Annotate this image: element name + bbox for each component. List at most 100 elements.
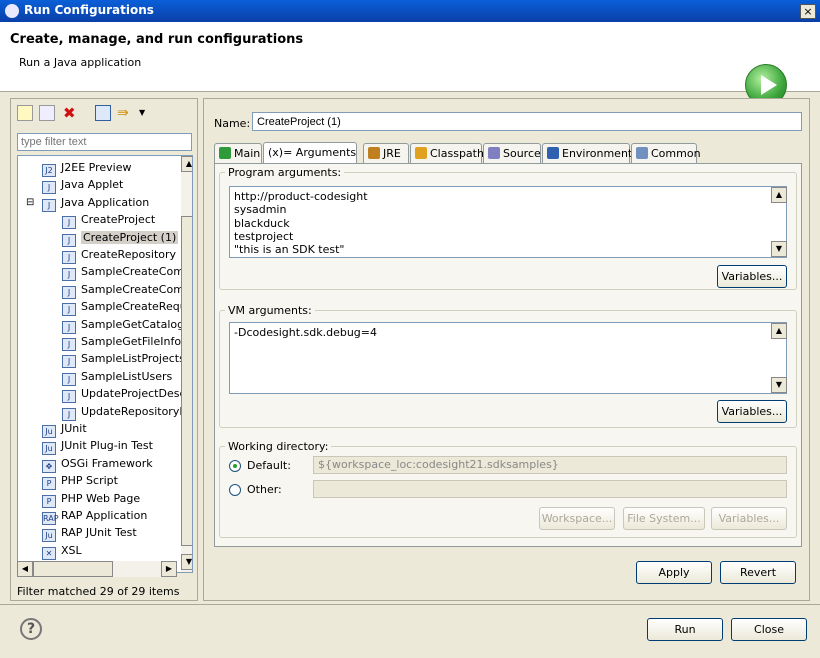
close-button[interactable]: Close — [731, 618, 807, 641]
tree-item[interactable]: J SampleCreateReque — [62, 298, 192, 317]
tree-item-label: UpdateProjectDescr — [81, 387, 191, 401]
program-arguments-textarea[interactable]: http://product-codesight sysadmin blackd… — [229, 186, 787, 258]
tree-item[interactable]: P PHP Web Page — [42, 490, 140, 508]
tree-item-label: JUnit — [61, 422, 87, 435]
tree-item[interactable]: J CreateProject — [62, 211, 156, 230]
revert-button[interactable]: Revert — [720, 561, 796, 584]
tree-item[interactable]: J SampleListProjects — [62, 350, 185, 369]
vm-arguments-textarea[interactable]: -Dcodesight.sdk.debug=4 — [229, 322, 787, 394]
other-directory-field[interactable] — [313, 480, 787, 498]
file-system-button[interactable]: File System... — [623, 507, 705, 530]
vm-arguments-label: VM arguments: — [225, 304, 315, 317]
tab-jre[interactable]: JRE — [363, 143, 409, 163]
workspace-button[interactable]: Workspace... — [539, 507, 615, 530]
working-directory-label: Working directory: — [225, 440, 332, 453]
tree-item[interactable]: Ju JUnit Plug-in Test — [42, 437, 153, 456]
tree-item[interactable]: Ju RAP JUnit Test — [42, 524, 137, 543]
title-bar: Run Configurations — [0, 0, 820, 22]
collapse-toggle-icon[interactable]: ⊟ — [26, 194, 34, 211]
scroll-right-button[interactable]: ▶ — [161, 561, 177, 577]
tree-item[interactable]: J SampleCreateComp — [62, 263, 191, 282]
tree-item[interactable]: J CreateRepository — [62, 246, 177, 264]
footer-divider — [0, 604, 820, 605]
launch-type-icon: J — [62, 372, 76, 386]
launch-type-icon: J2 — [42, 164, 56, 177]
scroll-down-button[interactable]: ▼ — [181, 554, 192, 570]
launch-type-icon: J — [62, 216, 76, 230]
filter-icon[interactable]: ⇛ — [117, 105, 133, 121]
tree-item[interactable]: J SampleGetFileInfo — [62, 333, 182, 351]
launch-type-icon: J — [62, 285, 76, 299]
new-configuration-icon[interactable] — [17, 105, 33, 121]
tree-item[interactable]: J2 J2EE Preview — [42, 159, 131, 177]
launch-type-icon: J — [62, 303, 76, 317]
tree-item[interactable]: J SampleGetCatalogC — [62, 316, 192, 334]
tree-item-label: SampleGetFileInfo — [81, 335, 182, 348]
scroll-up-button[interactable]: ▲ — [181, 156, 192, 172]
tree-item[interactable]: P PHP Script — [42, 472, 118, 491]
apply-button[interactable]: Apply — [636, 561, 712, 584]
tree-item[interactable]: J SampleCreateComp — [62, 281, 191, 299]
scroll-thumb[interactable] — [181, 216, 192, 546]
configuration-list-panel: ✖ ⇛ ▼ J2 J2EE Preview J Java Applet ⊟ J Java A… — [10, 98, 198, 601]
tree-item-label: CreateRepository — [81, 248, 177, 261]
tree-item[interactable]: J UpdateProjectDescr — [62, 385, 191, 404]
tab-source[interactable]: Source — [483, 143, 541, 163]
scroll-up-button[interactable]: ▲ — [771, 187, 787, 203]
tree-item-label: SampleListUsers — [81, 369, 173, 383]
tree-item[interactable]: ✕ XSL — [42, 542, 82, 560]
directory-variables-button[interactable]: Variables... — [711, 507, 787, 530]
tab-label: JRE — [383, 147, 401, 160]
other-radio[interactable] — [229, 484, 241, 496]
launch-type-icon: J — [62, 390, 76, 404]
tab-label: Environment — [562, 147, 633, 160]
tree-item[interactable]: J CreateProject (1) — [62, 229, 179, 247]
tree-vertical-scrollbar[interactable]: ▲ ▼ — [181, 156, 192, 572]
tree-item[interactable]: J SampleListUsers — [62, 368, 173, 386]
configuration-tree: J2 J2EE Preview J Java Applet ⊟ J Java Applica… — [17, 155, 193, 573]
tab-common[interactable]: Common — [631, 143, 701, 163]
tab-icon — [547, 147, 559, 159]
tree-horizontal-scrollbar[interactable]: ◀ ▶ — [17, 561, 177, 577]
tab-main[interactable]: Main — [214, 143, 262, 163]
tab-icon — [415, 147, 427, 159]
vm-variables-button[interactable]: Variables... — [717, 400, 787, 423]
scroll-down-button[interactable]: ▼ — [771, 377, 787, 393]
name-label: Name: — [214, 117, 251, 130]
tab-icon — [488, 147, 500, 159]
tree-item-label: SampleListProjects — [81, 352, 185, 366]
tab-environment[interactable]: Environment — [542, 143, 633, 163]
tree-item[interactable]: RAP RAP Application — [42, 507, 147, 525]
chevron-down-icon[interactable]: ▼ — [139, 105, 155, 121]
other-label: Other: — [247, 483, 282, 496]
help-icon[interactable]: ? — [20, 618, 42, 640]
tree-item[interactable]: J UpdateRepositoryN — [62, 403, 188, 421]
window-close-button[interactable]: × — [800, 4, 816, 19]
tree-item[interactable]: Ju JUnit — [42, 420, 87, 438]
header-subtitle: Run a Java application — [19, 56, 142, 69]
tree-item-label: UpdateRepositoryN — [81, 404, 188, 418]
tree-item[interactable]: J Java Applet — [42, 176, 123, 195]
scroll-down-button[interactable]: ▼ — [771, 241, 787, 257]
name-input[interactable] — [252, 112, 802, 131]
hscroll-thumb[interactable] — [33, 561, 113, 577]
tree-item-label: CreateProject — [81, 213, 156, 227]
scroll-left-button[interactable]: ◀ — [17, 561, 33, 577]
run-button[interactable]: Run — [647, 618, 723, 641]
duplicate-icon[interactable] — [39, 105, 55, 121]
tree-item-label: JUnit Plug-in Test — [61, 439, 153, 453]
collapse-all-icon[interactable] — [95, 105, 111, 121]
tab-label: Main — [234, 147, 261, 160]
tree-item-label: Java Application — [61, 195, 150, 209]
program-variables-button[interactable]: Variables... — [717, 265, 787, 288]
delete-icon[interactable]: ✖ — [63, 105, 79, 121]
tab-classpath[interactable]: Classpath — [410, 143, 484, 163]
tree-item[interactable]: ⊟ J Java Application — [26, 194, 150, 212]
arguments-tab-content: Program arguments: http://product-codesi… — [214, 163, 802, 547]
default-radio[interactable] — [229, 460, 241, 472]
tree-item-label: XSL — [61, 543, 82, 557]
scroll-up-button[interactable]: ▲ — [771, 323, 787, 339]
tab-xarguments[interactable]: (x)= Arguments — [263, 142, 357, 164]
tree-item[interactable]: ✥ OSGi Framework — [42, 455, 153, 473]
filter-input[interactable] — [17, 133, 192, 151]
